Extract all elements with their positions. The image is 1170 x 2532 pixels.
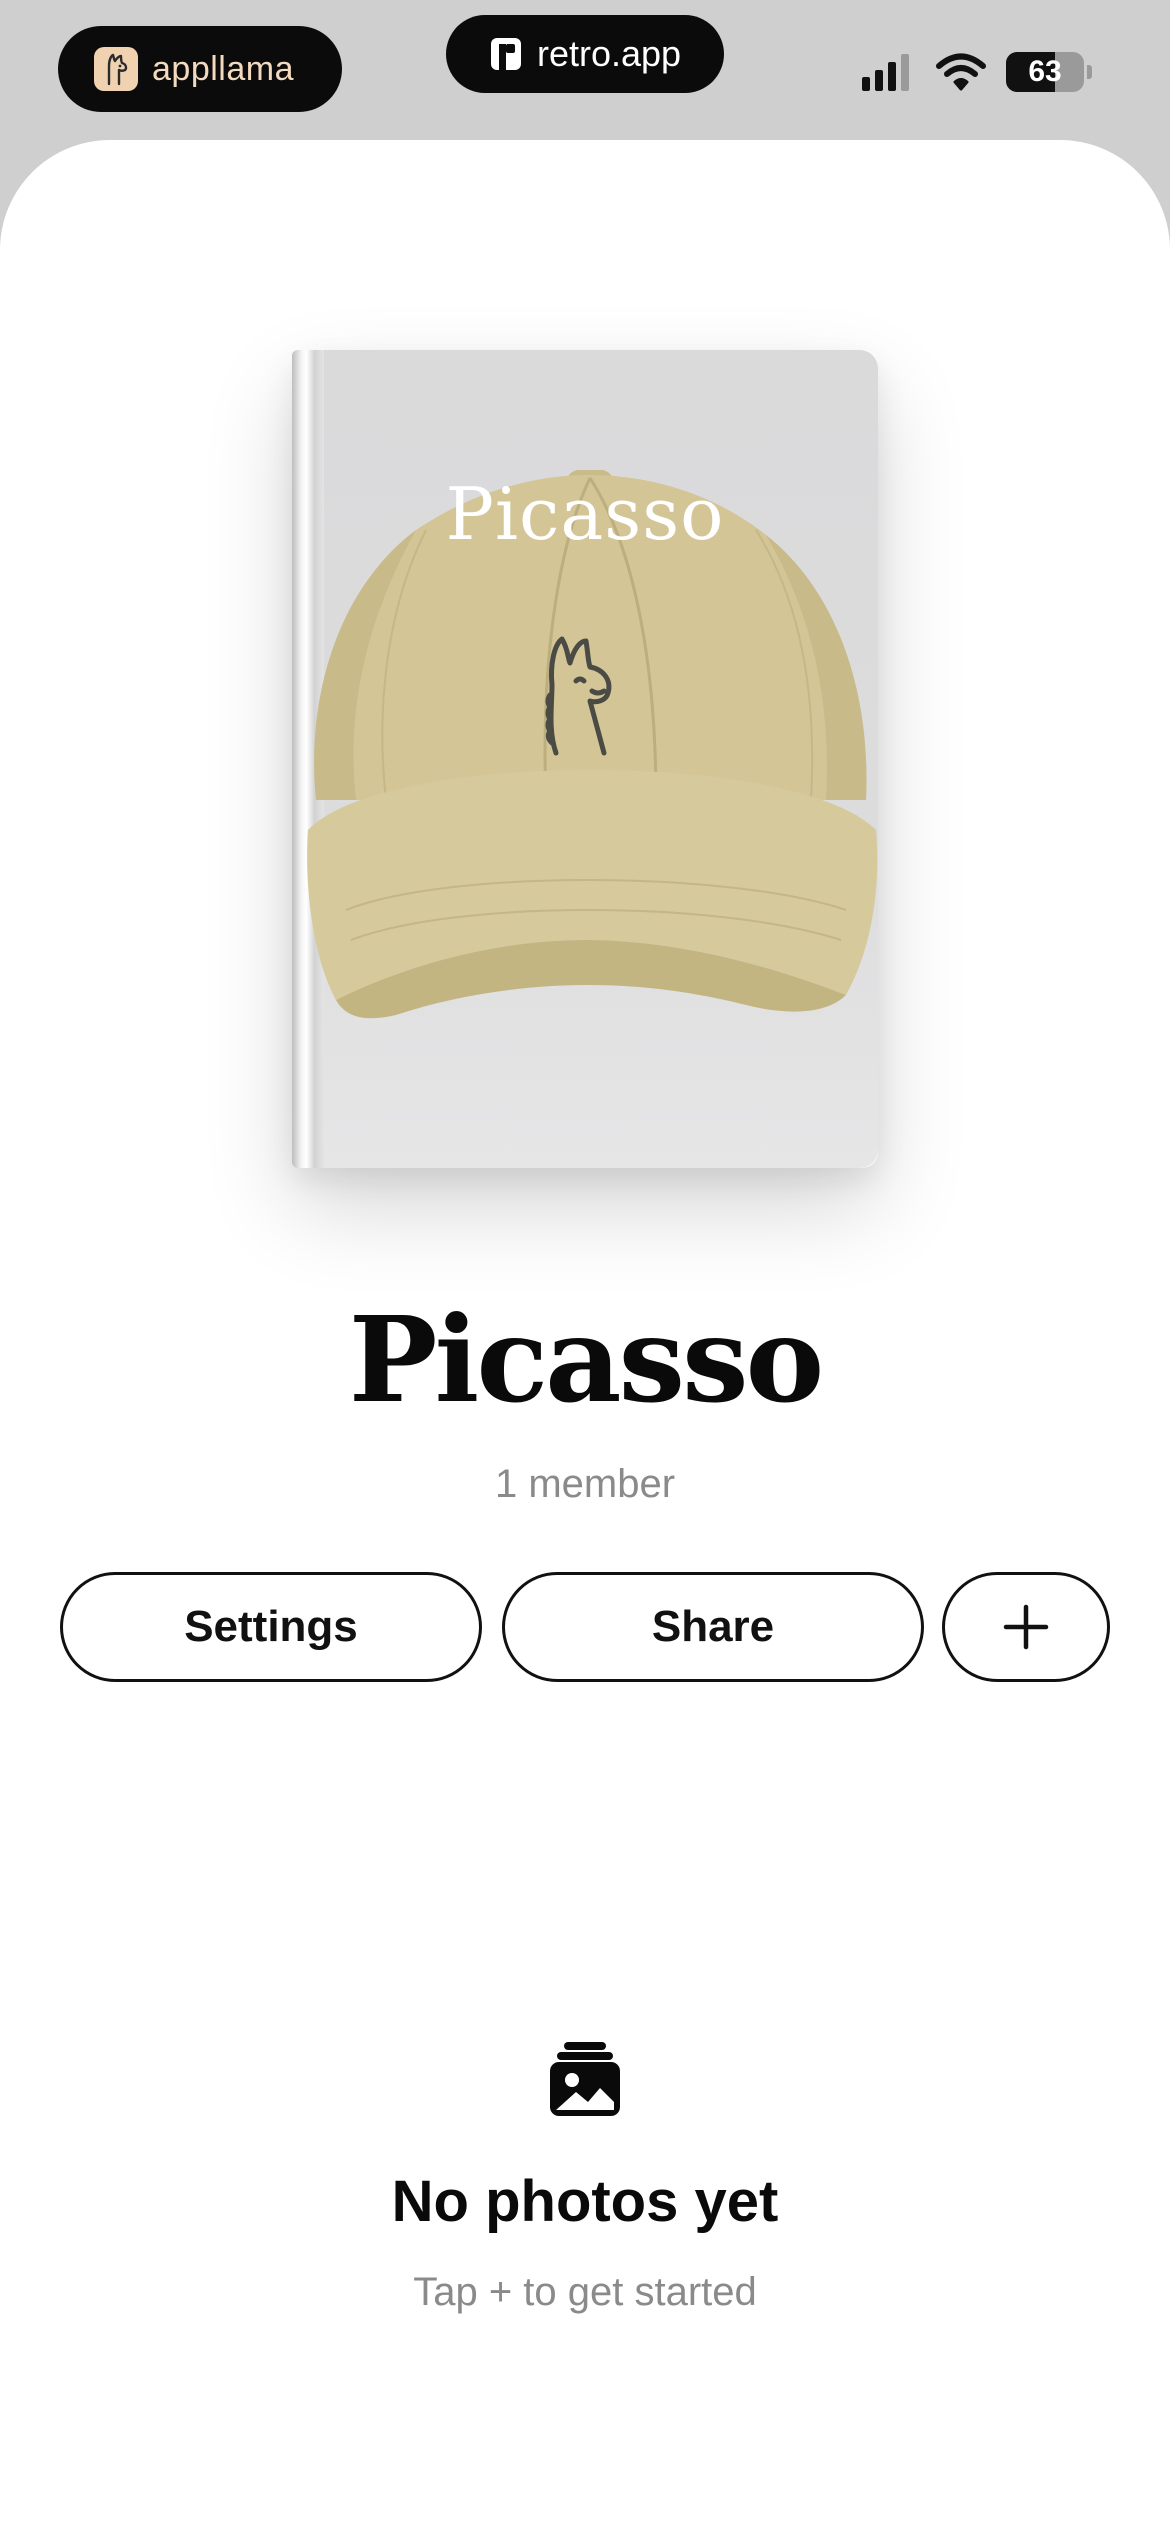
wifi-icon — [936, 53, 986, 91]
empty-state-title: No photos yet — [391, 2169, 779, 2234]
retro-app-pill[interactable]: retro.app — [446, 15, 724, 93]
settings-button-label: Settings — [184, 1602, 358, 1651]
album-cover[interactable]: Picasso — [292, 350, 878, 1168]
retro-app-label: retro.app — [536, 33, 682, 74]
plus-icon — [1003, 1604, 1049, 1650]
member-count[interactable]: 1 member — [0, 1462, 1170, 1507]
share-button-label: Share — [651, 1602, 775, 1651]
photo-stack-icon — [550, 2042, 620, 2116]
settings-button[interactable]: Settings — [60, 1572, 482, 1682]
screen: appllama retro.app 63 Picasso Picasso 1 … — [0, 0, 1170, 2532]
share-button[interactable]: Share — [502, 1572, 924, 1682]
llama-logo-icon — [94, 47, 138, 91]
appllama-label: appllama — [152, 49, 294, 88]
battery-icon: 63 — [1006, 52, 1084, 92]
cap-image — [307, 470, 878, 1019]
status-indicators: 63 — [862, 52, 1092, 92]
battery-percent: 63 — [1028, 55, 1062, 88]
empty-state-subtitle: Tap + to get started — [413, 2270, 757, 2314]
album-title: Picasso — [348, 1290, 824, 1429]
appllama-pill[interactable]: appllama — [58, 26, 342, 112]
retro-logo-icon — [490, 38, 521, 70]
cellular-signal-icon — [862, 53, 914, 91]
cover-title: Picasso — [445, 472, 725, 556]
add-photo-button[interactable] — [942, 1572, 1110, 1682]
